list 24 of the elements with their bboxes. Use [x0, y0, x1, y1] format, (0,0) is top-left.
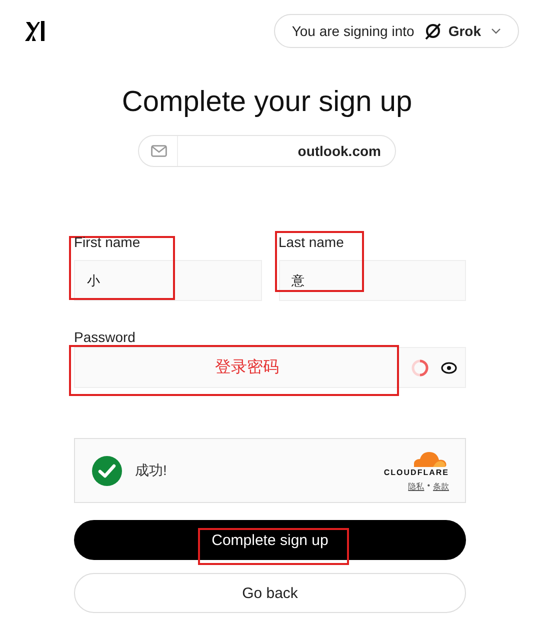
mail-icon — [151, 136, 178, 166]
slashed-circle-icon — [424, 22, 442, 40]
separator-dot: • — [427, 480, 430, 492]
field-label: Last name — [278, 234, 345, 252]
input-field[interactable]: 小 — [74, 260, 262, 301]
field-label: Password — [74, 329, 136, 347]
email-field: outlook.com — [138, 135, 396, 167]
footer-link[interactable]: 隐私 — [408, 480, 424, 492]
annotation-text: 登录密码 — [215, 358, 279, 378]
eye-icon[interactable] — [441, 362, 457, 374]
back-button[interactable]: Go back — [74, 573, 466, 613]
app-switcher[interactable]: You are signing into Grok — [274, 14, 519, 48]
cloud-icon — [411, 450, 447, 468]
footer-link[interactable]: 条款 — [433, 480, 449, 492]
brand-name: CLOUDFLARE — [384, 468, 449, 476]
field-label: First name — [74, 234, 142, 252]
page-title: Complete your sign up — [120, 86, 414, 119]
submit-button[interactable]: Complete sign up — [74, 520, 466, 560]
input-field[interactable]: 意 — [278, 260, 466, 301]
chevron-down-icon — [491, 28, 501, 34]
logo-icon[interactable] — [24, 20, 46, 42]
status-text: 成功! — [135, 462, 167, 480]
password-field[interactable]: 登录密码 — [74, 347, 466, 388]
spinner-icon — [411, 358, 429, 376]
